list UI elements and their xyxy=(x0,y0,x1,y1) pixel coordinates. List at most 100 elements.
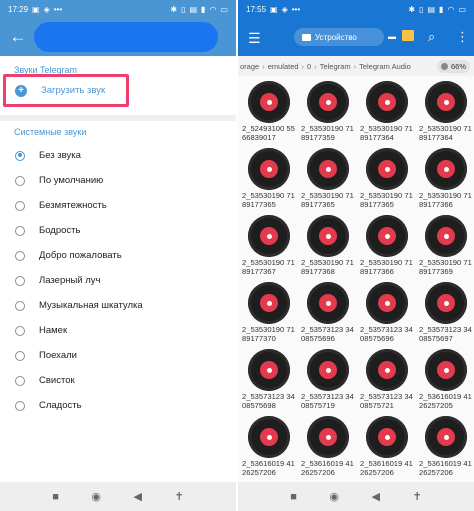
radio-unchecked-icon[interactable] xyxy=(15,250,25,261)
radio-unchecked-icon[interactable] xyxy=(15,225,25,236)
battery-icon: ▭ xyxy=(220,4,228,14)
file-item[interactable]: 2_53530190 7189177364 xyxy=(416,78,474,146)
back-icon[interactable]: ◀ xyxy=(372,490,380,503)
recents-icon[interactable]: ■ xyxy=(52,491,59,503)
breadcrumb-item[interactable]: 0 xyxy=(307,62,311,71)
window-icon[interactable]: ▬ xyxy=(388,32,396,41)
sound-option[interactable]: Добро пожаловать xyxy=(0,243,236,268)
file-name: 2_53573123 3408575696 xyxy=(301,325,354,343)
home-icon[interactable]: ◉ xyxy=(329,490,339,503)
sim-icon: ▤ xyxy=(427,4,436,14)
audio-file-icon xyxy=(248,81,290,123)
file-item[interactable]: 2_53530190 7189177367 xyxy=(239,212,297,280)
more-vert-icon[interactable]: ⋮ xyxy=(456,29,469,45)
back-icon[interactable]: ◀ xyxy=(134,490,142,503)
radio-unchecked-icon[interactable] xyxy=(15,300,25,311)
back-arrow-icon[interactable]: ← xyxy=(0,27,36,47)
file-item[interactable]: 2_53616019 4126257206 xyxy=(416,413,474,481)
sound-option[interactable]: Свисток xyxy=(0,368,236,393)
home-icon[interactable]: ◉ xyxy=(91,490,101,503)
file-item[interactable]: 2_53616019 4126257206 xyxy=(357,413,415,481)
storage-badge[interactable]: 66% xyxy=(436,60,470,73)
plus-circle-icon: + xyxy=(15,84,27,97)
audio-file-icon xyxy=(425,349,467,391)
upload-sound-label: Загрузить звук xyxy=(41,85,106,96)
audio-file-icon xyxy=(366,148,408,190)
file-name: 2_53573123 3408575721 xyxy=(360,392,413,410)
sound-option[interactable]: По умолчанию xyxy=(0,168,236,193)
file-name: 2_53530190 7189177364 xyxy=(419,124,472,142)
menu-icon[interactable]: ☰ xyxy=(248,30,261,47)
dots-icon: ••• xyxy=(53,4,63,14)
app-bar: ☰ Устройство ▬ ⌕ ⋮ xyxy=(238,18,474,56)
breadcrumb-item[interactable]: emulated xyxy=(268,62,299,71)
audio-file-icon xyxy=(425,215,467,257)
file-item[interactable]: 2_53530190 7189177366 xyxy=(416,145,474,213)
status-bar: 17:55 ▣ ◈ ••• ✱ ▯ ▤ ▮ ◠ ▭ xyxy=(238,0,474,18)
file-item[interactable]: 2_53530190 7189177364 xyxy=(357,78,415,146)
sound-option[interactable]: Бодрость xyxy=(0,218,236,243)
file-item[interactable]: 2_53616019 4126257205 xyxy=(416,346,474,414)
status-time: 17:55 xyxy=(246,4,267,14)
audio-file-icon xyxy=(307,215,349,257)
breadcrumb-item[interactable]: Telegram Audio xyxy=(359,62,411,71)
file-item[interactable]: 2_53530190 7189177369 xyxy=(416,212,474,280)
radio-unchecked-icon[interactable] xyxy=(15,375,25,386)
sound-option[interactable]: Музыкальная шкатулка xyxy=(0,293,236,318)
file-name: 2_53616019 4126257206 xyxy=(419,459,472,477)
chevron-right-icon: › xyxy=(301,61,305,71)
tablet-icon xyxy=(302,33,311,41)
file-item[interactable]: 2_53616019 4126257206 xyxy=(298,413,356,481)
dots-icon: ••• xyxy=(291,4,301,14)
accessibility-icon[interactable]: ✝ xyxy=(412,490,421,503)
radio-checked-icon[interactable] xyxy=(15,150,25,161)
folder-icon[interactable] xyxy=(402,30,414,41)
sound-option[interactable]: Намек xyxy=(0,318,236,343)
sound-option[interactable]: Безмятежность xyxy=(0,193,236,218)
file-item[interactable]: 2_53530190 7189177365 xyxy=(239,145,297,213)
radio-unchecked-icon[interactable] xyxy=(15,200,25,211)
breadcrumb-item[interactable]: Telegram xyxy=(320,62,351,71)
radio-unchecked-icon[interactable] xyxy=(15,400,25,411)
file-item[interactable]: 2_53616019 4126257206 xyxy=(239,413,297,481)
file-item[interactable]: 2_53530190 7189177366 xyxy=(357,212,415,280)
search-icon[interactable]: ⌕ xyxy=(428,29,435,45)
breadcrumb-item[interactable]: orage xyxy=(240,62,259,71)
file-item[interactable]: 2_53573123 3408575721 xyxy=(357,346,415,414)
file-item[interactable]: 2_53573123 3408575719 xyxy=(298,346,356,414)
file-item[interactable]: 2_53573123 3408575698 xyxy=(239,346,297,414)
sound-option-label: Без звука xyxy=(39,150,81,161)
audio-file-icon xyxy=(425,282,467,324)
radio-unchecked-icon[interactable] xyxy=(15,175,25,186)
file-name: 2_53530190 7189177365 xyxy=(301,191,354,209)
gamepad-icon: ◈ xyxy=(281,4,288,14)
recents-icon[interactable]: ■ xyxy=(290,491,297,503)
upload-sound-button[interactable]: + Загрузить звук xyxy=(3,74,129,107)
audio-file-icon xyxy=(307,148,349,190)
sound-option-label: Лазерный луч xyxy=(39,275,101,286)
file-item[interactable]: 2_53530190 7189177368 xyxy=(298,212,356,280)
file-item[interactable]: 2_53530190 7189177365 xyxy=(357,145,415,213)
radio-unchecked-icon[interactable] xyxy=(15,350,25,361)
file-item[interactable]: 2_53530190 7189177370 xyxy=(239,279,297,347)
device-tab[interactable]: Устройство xyxy=(294,28,384,46)
file-name: 2_53573123 3408575719 xyxy=(301,392,354,410)
sound-option[interactable]: Сладость xyxy=(0,393,236,418)
file-item[interactable]: 2_53573123 3408575696 xyxy=(357,279,415,347)
app-bar: ← xyxy=(0,18,236,56)
accessibility-icon[interactable]: ✝ xyxy=(174,490,183,503)
sound-option[interactable]: Лазерный луч xyxy=(0,268,236,293)
bluetooth-icon: ✱ xyxy=(170,4,178,14)
file-name: 2_53573123 3408575697 xyxy=(419,325,472,343)
file-item[interactable]: 2_53530190 7189177365 xyxy=(298,145,356,213)
file-item[interactable]: 2_53530190 7189177359 xyxy=(298,78,356,146)
sound-option-label: Музыкальная шкатулка xyxy=(39,300,143,311)
file-item[interactable]: 2_53573123 3408575697 xyxy=(416,279,474,347)
radio-unchecked-icon[interactable] xyxy=(15,275,25,286)
radio-unchecked-icon[interactable] xyxy=(15,325,25,336)
screenshot: 17:29 ▣ ◈ ••• ✱ ▯ ▤ ▮ ◠ ▭ ← Звуки Telegr… xyxy=(0,0,474,511)
sound-option[interactable]: Без звука xyxy=(0,143,236,168)
file-item[interactable]: 2_52493100 5566839017 xyxy=(239,78,297,146)
file-item[interactable]: 2_53573123 3408575696 xyxy=(298,279,356,347)
sound-option[interactable]: Поехали xyxy=(0,343,236,368)
